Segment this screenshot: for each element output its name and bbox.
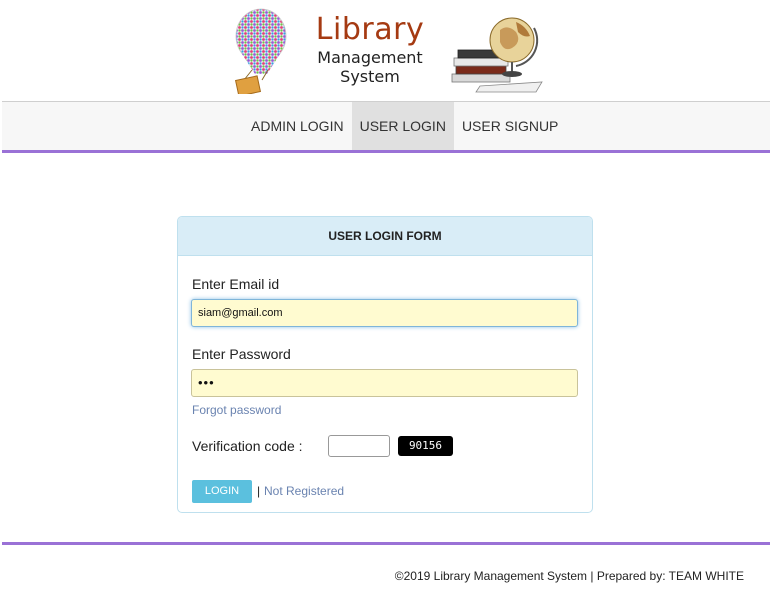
brand-subtitle-line1: Management — [317, 48, 423, 67]
nav-menu: ADMIN LOGIN USER LOGIN USER SIGNUP — [243, 102, 566, 150]
hot-air-balloon-icon — [234, 8, 287, 94]
globe-books-icon — [451, 17, 543, 93]
link-separator: | — [257, 484, 261, 498]
password-label: Enter Password — [192, 346, 291, 362]
brand-title: Library — [315, 12, 425, 47]
login-button[interactable]: LOGIN — [192, 480, 252, 503]
site-header: Library Management System — [0, 0, 779, 101]
verification-label: Verification code : — [192, 438, 303, 454]
password-input[interactable]: ••• — [191, 369, 578, 397]
page: Library Management System ADMIN LOGIN US… — [0, 0, 779, 601]
nav-user-login[interactable]: USER LOGIN — [351, 102, 454, 150]
captcha-code: 90156 — [398, 436, 453, 456]
verification-code-input[interactable] — [328, 435, 390, 457]
not-registered-link[interactable]: Not Registered — [264, 484, 344, 498]
email-input[interactable]: siam@gmail.com — [191, 299, 578, 327]
user-login-panel: USER LOGIN FORM Enter Email id siam@gmai… — [177, 216, 593, 513]
brand-subtitle-line2: System — [340, 67, 400, 86]
top-navbar: ADMIN LOGIN USER LOGIN USER SIGNUP — [2, 101, 770, 153]
footer-divider — [2, 542, 770, 545]
footer-copyright: ©2019 Library Management System | Prepar… — [394, 569, 744, 583]
nav-user-signup[interactable]: USER SIGNUP — [454, 102, 566, 150]
email-label: Enter Email id — [192, 276, 280, 292]
nav-admin-login[interactable]: ADMIN LOGIN — [243, 102, 352, 150]
forgot-password-link[interactable]: Forgot password — [192, 403, 281, 417]
site-logo-text: Library Management System — [300, 12, 440, 86]
panel-heading: USER LOGIN FORM — [178, 217, 592, 256]
